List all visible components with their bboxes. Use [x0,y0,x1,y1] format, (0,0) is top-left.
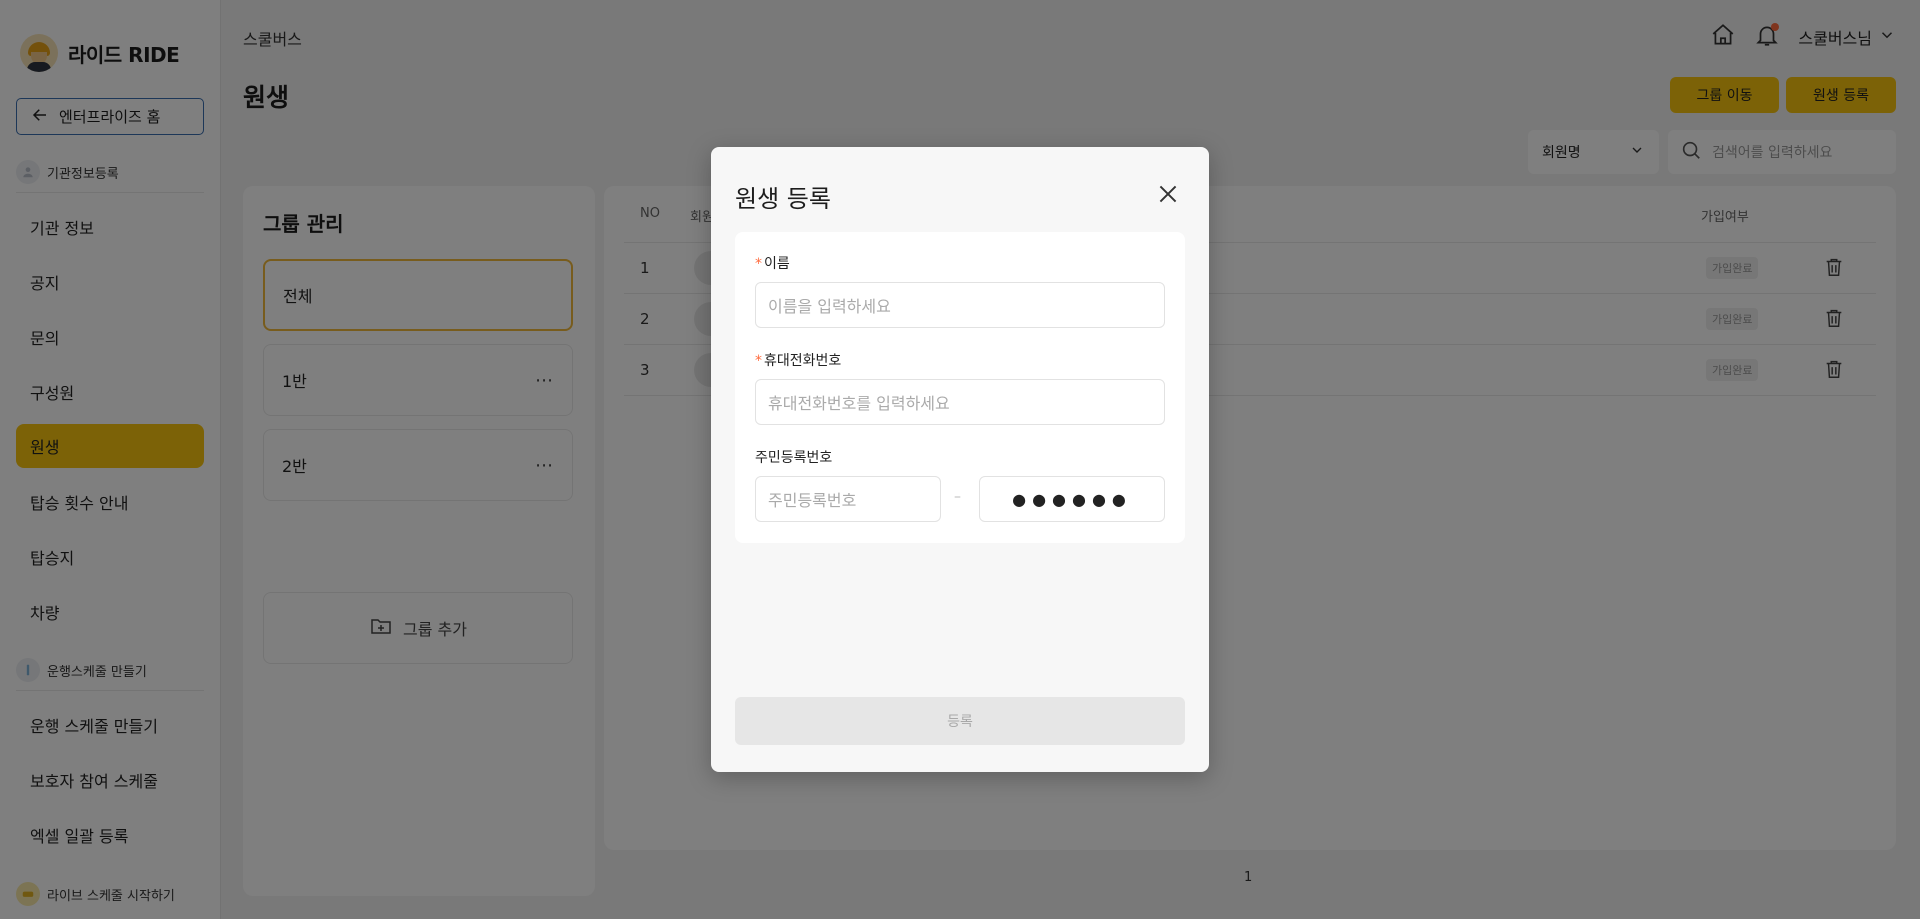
phone-label: * 휴대전화번호 [755,353,842,369]
rrn-separator: – [954,489,961,505]
required-mark: * [755,256,762,272]
modal-title: 원생 등록 [735,185,831,213]
student-register-modal: 원생 등록 * 이름 이름을 입력하세요 * 휴대전화번호 휴대전화번호를 입력하세… [711,147,1209,772]
rrn-front-field[interactable]: 주민등록번호 [755,476,941,522]
submit-button[interactable]: 등록 [735,697,1185,745]
name-placeholder: 이름을 입력하세요 [768,297,891,316]
form-card: * 이름 이름을 입력하세요 * 휴대전화번호 휴대전화번호를 입력하세요 주민등록… [735,232,1185,543]
rrn-placeholder: 주민등록번호 [768,491,857,510]
name-label: * 이름 [755,256,790,272]
rrn-back-field[interactable]: ●●●●●● [979,476,1165,522]
rrn-label: 주민등록번호 [755,450,833,466]
phone-field[interactable]: 휴대전화번호를 입력하세요 [755,379,1165,425]
required-mark: * [755,353,762,369]
close-icon[interactable] [1155,181,1181,207]
name-field[interactable]: 이름을 입력하세요 [755,282,1165,328]
phone-placeholder: 휴대전화번호를 입력하세요 [768,394,950,413]
rrn-masked-value: ●●●●●● [1012,489,1132,509]
